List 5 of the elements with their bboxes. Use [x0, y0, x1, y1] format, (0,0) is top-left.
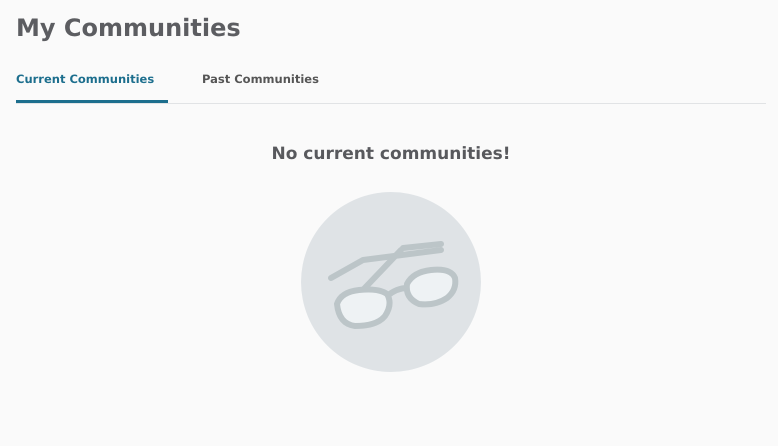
tab[interactable]: Past Communities: [202, 62, 319, 103]
empty-message: No current communities!: [271, 144, 511, 164]
glasses-illustration-icon: [301, 192, 481, 372]
page-title: My Communities: [16, 13, 242, 44]
tab[interactable]: Current Communities: [16, 62, 168, 103]
